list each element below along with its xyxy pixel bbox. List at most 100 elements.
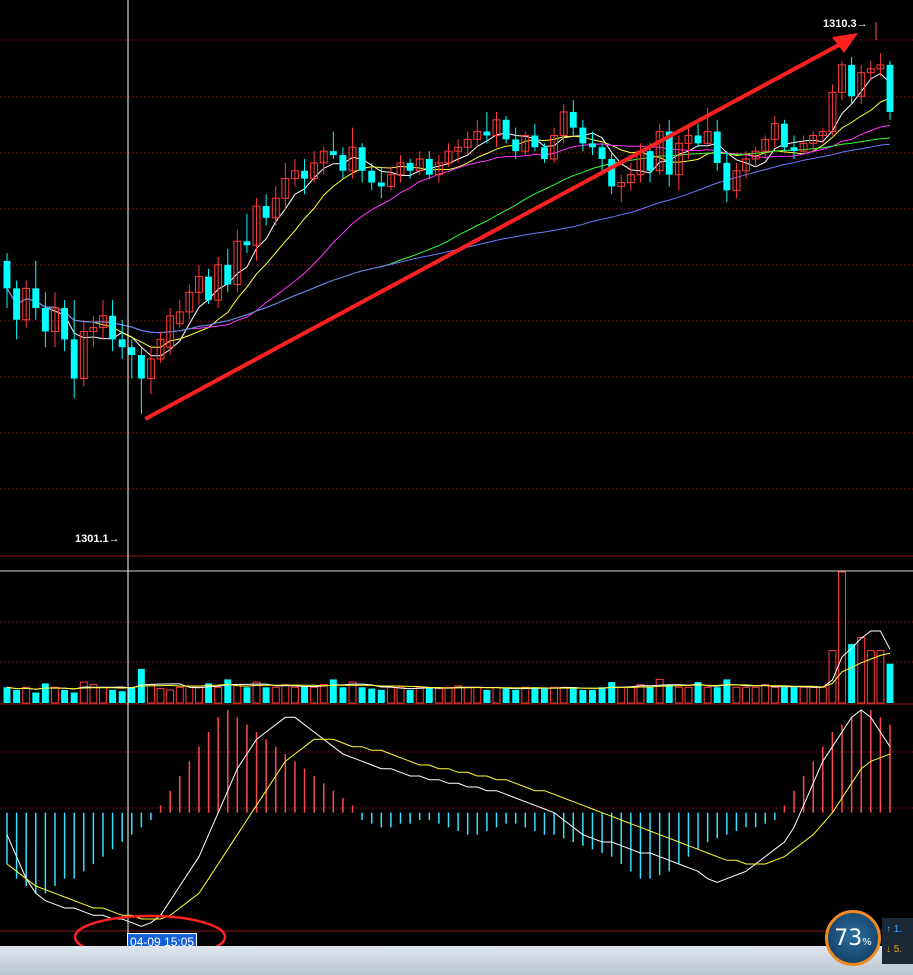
volume-bar <box>147 684 155 704</box>
candle-body <box>205 276 213 301</box>
trend-arrow-head <box>832 33 858 53</box>
volume-bar <box>406 689 414 703</box>
volume-bar <box>809 686 818 704</box>
volume-bar <box>271 686 280 704</box>
volume-bar <box>848 644 856 703</box>
volume-bar <box>3 687 11 703</box>
bottom-toolbar <box>0 946 913 975</box>
volume-bar <box>156 688 165 704</box>
volume-bar <box>128 687 136 703</box>
candle-body <box>137 355 145 379</box>
gauge-value: 73% <box>834 926 872 951</box>
volume-bar <box>828 650 837 704</box>
volume-bar <box>626 686 635 704</box>
volume-bar <box>425 687 433 703</box>
ma-line-60 <box>6 143 891 334</box>
volume-bar <box>22 686 31 704</box>
candle-body <box>3 260 11 289</box>
volume-bar <box>195 686 203 704</box>
volume-bar <box>502 688 510 703</box>
candle-body <box>377 182 385 187</box>
volume-bar <box>770 686 779 704</box>
candle-body <box>358 147 366 171</box>
network-info-panel: ↑ 1. ↓ 5. <box>882 918 913 964</box>
upload-rate: ↑ 1. <box>886 924 903 935</box>
volume-bar <box>214 686 223 704</box>
high-price-label: 1310.3→ <box>823 18 868 30</box>
ma-line-5 <box>6 72 891 357</box>
candle-body <box>109 315 117 340</box>
volume-bar <box>41 683 49 703</box>
volume-bar <box>396 686 405 704</box>
volume-bar <box>751 686 760 704</box>
volume-bar <box>492 686 501 704</box>
volume-bar <box>13 689 21 703</box>
volume-bar <box>761 684 770 704</box>
volume-bar <box>224 679 232 703</box>
volume-bar <box>319 684 328 704</box>
candle-body <box>646 151 654 171</box>
candle-body <box>301 170 308 179</box>
candle-body <box>886 64 894 112</box>
candle-body <box>13 288 21 320</box>
candle-body <box>41 307 49 332</box>
volume-bar <box>32 692 40 703</box>
volume-bar <box>175 686 184 704</box>
candle-body <box>243 241 251 246</box>
candle-body <box>579 127 587 144</box>
volume-bar <box>185 685 194 704</box>
volume-bar <box>780 687 788 703</box>
volume-bar <box>415 686 424 704</box>
volume-bar <box>368 688 376 703</box>
volume-bar <box>703 686 712 704</box>
candle-body <box>339 155 347 171</box>
candle-body <box>694 135 702 144</box>
candle-body <box>713 131 721 163</box>
candle-body <box>541 147 548 159</box>
candle-body <box>224 264 232 285</box>
volume-bar <box>166 689 175 704</box>
volume-bar <box>713 687 721 703</box>
volume-bar <box>463 686 472 704</box>
candle-body <box>848 64 856 97</box>
volume-bar <box>70 692 78 703</box>
volume-bar <box>732 686 741 704</box>
volume-bar <box>857 637 866 704</box>
volume-bar <box>579 689 587 703</box>
volume-bar <box>598 687 606 703</box>
volume-bar <box>233 684 242 704</box>
volume-bar <box>61 689 69 703</box>
volume-bar <box>109 689 117 703</box>
volume-bar <box>339 687 347 703</box>
speed-gauge[interactable]: 73% <box>825 910 881 966</box>
volume-bar <box>290 686 299 704</box>
volume-bar <box>608 682 616 703</box>
volume-bar <box>646 687 654 703</box>
volume-bar <box>386 686 395 704</box>
volume-bar <box>617 686 626 704</box>
volume-bar <box>589 689 596 703</box>
candle-body <box>531 135 539 148</box>
volume-bar <box>454 685 463 704</box>
volume-bar <box>886 663 894 703</box>
volume-bar <box>358 687 366 703</box>
volume-bar <box>799 686 808 704</box>
volume-bar <box>483 689 491 703</box>
gauge-unit: % <box>862 937 872 948</box>
ma-line-10 <box>6 97 891 348</box>
volume-bar <box>243 687 251 703</box>
volume-bar <box>723 679 731 703</box>
candlestick-chart[interactable] <box>0 0 913 975</box>
volume-bar <box>876 650 885 704</box>
candle-body <box>780 123 788 148</box>
candle-body <box>483 131 491 136</box>
candle-body <box>70 339 78 379</box>
volume-bar <box>434 688 443 704</box>
candle-body <box>425 158 433 175</box>
candle-body <box>32 288 40 308</box>
volume-bar <box>684 686 693 704</box>
candle-body <box>598 147 606 159</box>
candle-body <box>128 347 136 356</box>
volume-bar <box>559 686 568 704</box>
candle-body <box>118 339 126 348</box>
